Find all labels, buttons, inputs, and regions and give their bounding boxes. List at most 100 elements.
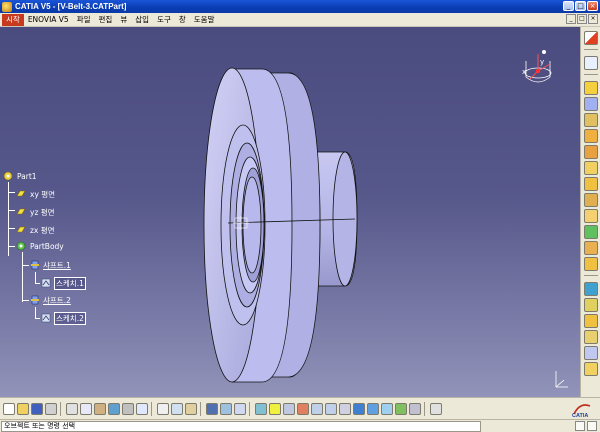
tree-item-xy-plane[interactable]: xy 평면 — [30, 189, 55, 200]
command-input[interactable]: 오브젝트 또는 명령 선택 — [1, 420, 481, 432]
print-icon[interactable] — [45, 402, 57, 415]
pattern-icon[interactable] — [583, 282, 598, 296]
fit-all-icon[interactable] — [269, 402, 281, 415]
shading-icon[interactable] — [367, 402, 379, 415]
body-gear-icon[interactable] — [16, 241, 26, 251]
plane-icon[interactable] — [16, 224, 26, 234]
hole-icon[interactable] — [583, 113, 598, 127]
draft-icon[interactable] — [583, 193, 598, 207]
shaft-icon[interactable] — [30, 260, 40, 270]
normal-view-icon[interactable] — [339, 402, 351, 415]
plane-icon[interactable] — [16, 206, 26, 216]
redo-icon[interactable] — [122, 402, 134, 415]
thickness-icon[interactable] — [583, 225, 598, 239]
thread-icon[interactable] — [583, 241, 598, 255]
tree-item-partbody[interactable]: PartBody — [30, 242, 64, 251]
swap-space-icon[interactable] — [395, 402, 407, 415]
groove-icon[interactable] — [583, 145, 598, 159]
tree-item-shaft-2[interactable]: 샤프트.2 — [43, 295, 71, 306]
formula-icon[interactable] — [157, 402, 169, 415]
menu-start[interactable]: 시작 — [2, 13, 24, 26]
mirror-icon[interactable] — [583, 257, 598, 271]
plane-icon[interactable] — [16, 188, 26, 198]
table-icon[interactable] — [206, 402, 218, 415]
tree-item-sketch-1[interactable]: 스케치.1 — [54, 277, 86, 290]
maximize-button[interactable]: □ — [575, 1, 586, 11]
tree-icon[interactable] — [220, 402, 232, 415]
right-toolbar — [580, 27, 600, 397]
zoom-out-icon[interactable] — [325, 402, 337, 415]
3d-viewport[interactable]: y x Part1 xy 평면 yz 평면 zx 평면 PartBody 샤프트… — [0, 27, 580, 397]
minimize-button[interactable]: _ — [563, 1, 574, 11]
menu-edit[interactable]: 편집 — [95, 14, 117, 26]
sew-icon[interactable] — [583, 330, 598, 344]
close-surface-icon[interactable] — [583, 346, 598, 360]
part-icon[interactable] — [3, 171, 13, 181]
doc-close-button[interactable]: × — [588, 14, 598, 24]
3d-compass-icon[interactable] — [409, 402, 421, 415]
tree-item-part1[interactable]: Part1 — [17, 172, 37, 181]
iso-view-icon[interactable] — [353, 402, 365, 415]
doc-minimize-button[interactable]: _ — [566, 14, 576, 24]
measure-icon[interactable] — [583, 362, 598, 376]
menu-help[interactable]: 도움말 — [190, 14, 219, 26]
title-bar: CATIA V5 - [V-Belt-3.CATPart] _ □ × — [0, 0, 600, 13]
v-belt-pulley-model[interactable] — [0, 27, 580, 397]
menu-tools[interactable]: 도구 — [153, 14, 175, 26]
hide-show-icon[interactable] — [381, 402, 393, 415]
knowledge-icon[interactable] — [171, 402, 183, 415]
compass-y-label: y — [540, 58, 545, 66]
window-controls: _ □ × — [563, 1, 598, 11]
status-bar: 오브젝트 또는 명령 선택 — [0, 419, 600, 432]
status-button[interactable] — [587, 421, 597, 431]
tree-item-sketch-2[interactable]: 스케치.2 — [54, 312, 86, 325]
menu-view[interactable]: 뷰 — [116, 14, 131, 26]
rotate-icon[interactable] — [297, 402, 309, 415]
pocket-icon[interactable] — [583, 129, 598, 143]
menu-insert[interactable]: 삽입 — [131, 14, 153, 26]
save-icon[interactable] — [31, 402, 43, 415]
menu-file[interactable]: 파일 — [73, 14, 95, 26]
sketcher-icon[interactable] — [583, 56, 598, 70]
menu-window[interactable]: 창 — [175, 14, 190, 26]
workbench-icon[interactable] — [430, 402, 442, 415]
split-icon[interactable] — [583, 314, 598, 328]
paste-icon[interactable] — [94, 402, 106, 415]
zoom-in-icon[interactable] — [311, 402, 323, 415]
axis-icon[interactable] — [234, 402, 246, 415]
catalog-icon[interactable] — [185, 402, 197, 415]
doc-restore-button[interactable]: □ — [577, 14, 587, 24]
sketch-icon[interactable] — [41, 278, 51, 288]
sketch-icon[interactable] — [41, 313, 51, 323]
svg-text:CATIA: CATIA — [572, 413, 588, 418]
shaft-icon[interactable] — [583, 97, 598, 111]
axis-triad-icon — [555, 371, 568, 388]
menu-enovia[interactable]: ENOVIA V5 — [24, 14, 73, 26]
open-icon[interactable] — [17, 402, 29, 415]
fillet-icon[interactable] — [583, 161, 598, 175]
scaling-icon[interactable] — [583, 298, 598, 312]
fly-mode-icon[interactable] — [255, 402, 267, 415]
copy-icon[interactable] — [80, 402, 92, 415]
help-icon[interactable] — [136, 402, 148, 415]
shaft-icon[interactable] — [30, 295, 40, 305]
pad-icon[interactable] — [583, 81, 598, 95]
chamfer-icon[interactable] — [583, 177, 598, 191]
shell-icon[interactable] — [583, 209, 598, 223]
new-icon[interactable] — [3, 402, 15, 415]
cut-icon[interactable] — [66, 402, 78, 415]
catia-app-icon[interactable] — [2, 1, 12, 12]
tree-item-zx-plane[interactable]: zx 평면 — [30, 225, 55, 236]
select-arrow-icon[interactable] — [583, 31, 598, 45]
tree-item-shaft-1[interactable]: 샤프트.1 — [43, 260, 71, 271]
status-button[interactable] — [575, 421, 585, 431]
close-button[interactable]: × — [587, 1, 598, 11]
tree-item-yz-plane[interactable]: yz 평면 — [30, 207, 55, 218]
window-title: CATIA V5 - [V-Belt-3.CATPart] — [15, 2, 127, 11]
menu-bar: 시작 ENOVIA V5 파일 편집 뷰 삽입 도구 창 도움말 _ □ × — [0, 13, 600, 27]
pan-icon[interactable] — [283, 402, 295, 415]
document-window-controls: _ □ × — [566, 14, 598, 24]
undo-icon[interactable] — [108, 402, 120, 415]
status-controls — [575, 421, 597, 431]
compass-x-label: x — [522, 68, 527, 76]
